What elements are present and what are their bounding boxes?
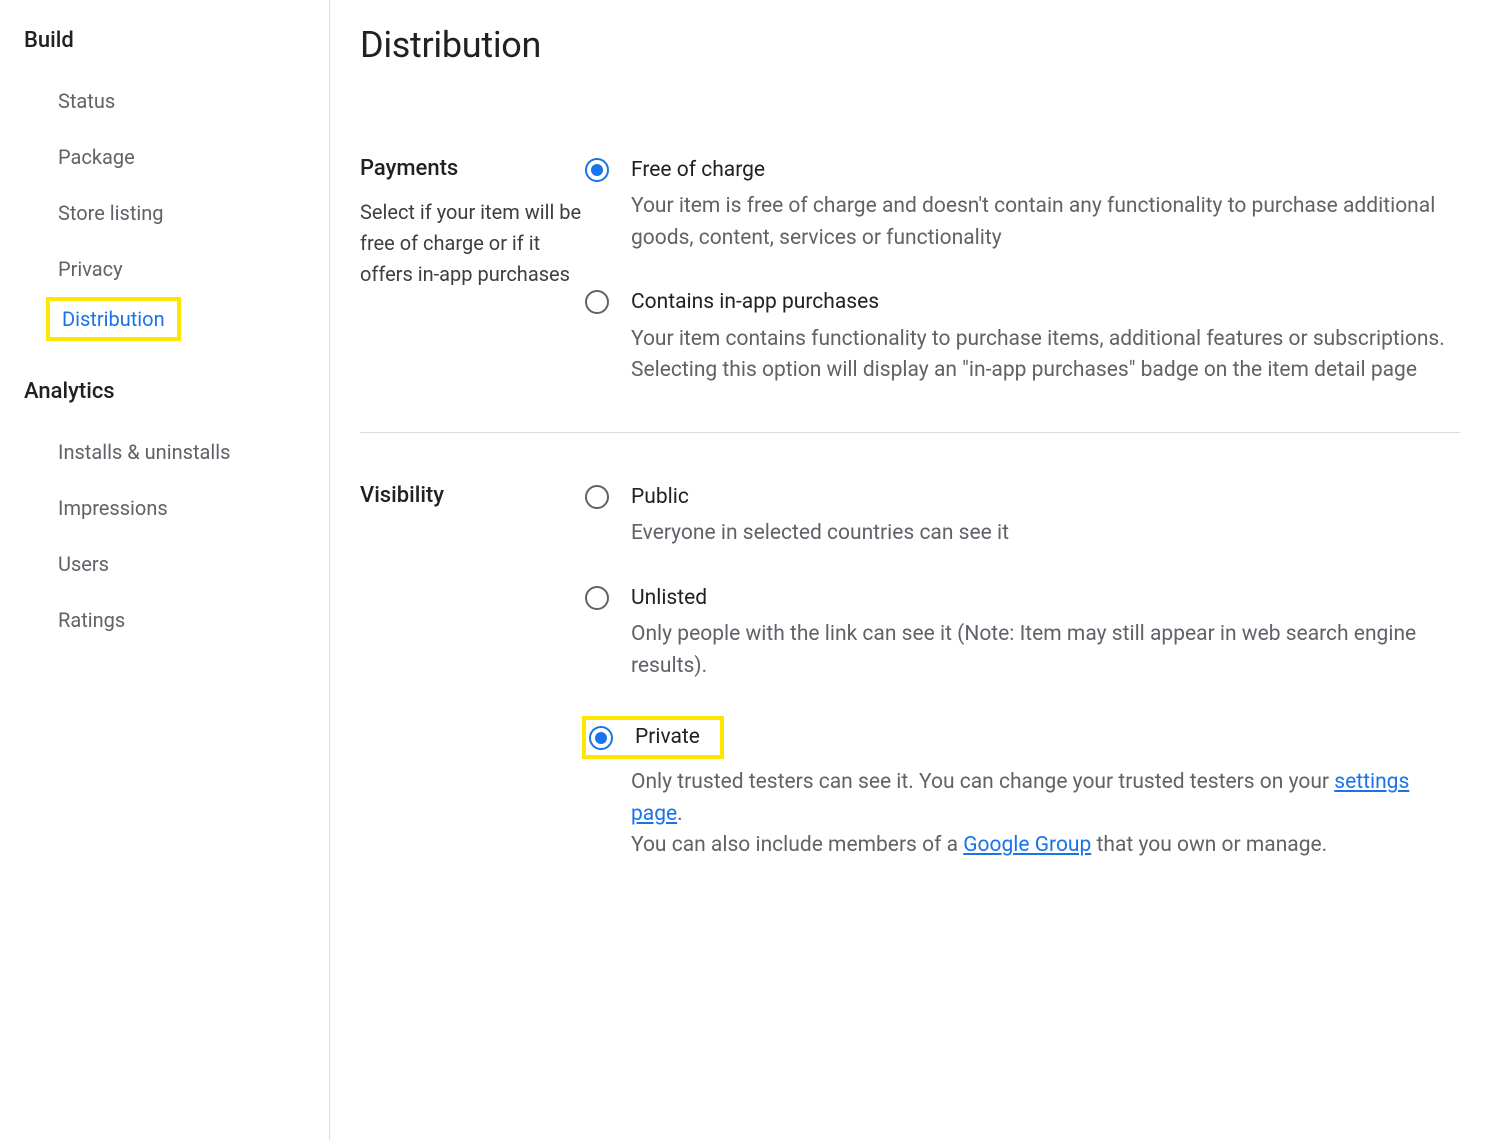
private-desc-mid: . [677, 802, 683, 826]
visibility-option-private[interactable]: Private Only trusted testers can see it.… [585, 716, 1460, 862]
sidebar-section-build-title[interactable]: Build [24, 20, 329, 61]
payments-option-free[interactable]: Free of charge Your item is free of char… [585, 156, 1460, 254]
sidebar-item-installs[interactable]: Installs & uninstalls [24, 424, 230, 480]
sidebar-build-section: Build Status Package Store listing Priva… [24, 20, 329, 341]
private-desc-post: that you own or manage. [1091, 833, 1327, 857]
visibility-title: Visibility [360, 483, 585, 508]
radio-private[interactable] [589, 726, 613, 750]
page-title: Distribution [360, 24, 1460, 66]
radio-label-inapp: Contains in-app purchases [631, 288, 1460, 317]
google-group-link[interactable]: Google Group [963, 833, 1091, 857]
main-content: Distribution Payments Select if your ite… [330, 0, 1490, 1140]
sidebar-item-distribution-highlight: Distribution [46, 297, 181, 341]
radio-desc-private: Only trusted testers can see it. You can… [631, 767, 1460, 862]
radio-label-public: Public [631, 483, 1460, 512]
radio-unlisted[interactable] [585, 586, 609, 610]
sidebar: Build Status Package Store listing Priva… [0, 0, 330, 1140]
payments-option-inapp[interactable]: Contains in-app purchases Your item cont… [585, 288, 1460, 386]
sidebar-item-store-listing[interactable]: Store listing [24, 185, 164, 241]
visibility-option-unlisted[interactable]: Unlisted Only people with the link can s… [585, 584, 1460, 682]
radio-desc-free: Your item is free of charge and doesn't … [631, 191, 1460, 254]
sidebar-item-package[interactable]: Package [24, 129, 135, 185]
sidebar-item-impressions[interactable]: Impressions [24, 480, 168, 536]
radio-label-private: Private [635, 723, 700, 752]
radio-public[interactable] [585, 485, 609, 509]
sidebar-item-users[interactable]: Users [24, 536, 109, 592]
radio-free-of-charge[interactable] [585, 158, 609, 182]
payments-description: Select if your item will be free of char… [360, 197, 585, 290]
radio-label-unlisted: Unlisted [631, 584, 1460, 613]
sidebar-analytics-section: Analytics Installs & uninstalls Impressi… [24, 371, 329, 648]
radio-private-highlight: Private [582, 716, 724, 759]
visibility-section: Visibility Public Everyone in selected c… [360, 483, 1460, 907]
payments-section: Payments Select if your item will be fre… [360, 156, 1460, 433]
radio-desc-unlisted: Only people with the link can see it (No… [631, 619, 1460, 682]
sidebar-item-ratings[interactable]: Ratings [24, 592, 125, 648]
sidebar-item-distribution[interactable]: Distribution [62, 307, 165, 331]
visibility-option-public[interactable]: Public Everyone in selected countries ca… [585, 483, 1460, 550]
radio-inapp[interactable] [585, 290, 609, 314]
sidebar-item-privacy[interactable]: Privacy [24, 241, 123, 297]
sidebar-section-analytics-title[interactable]: Analytics [24, 371, 329, 412]
payments-title: Payments [360, 156, 585, 181]
radio-desc-public: Everyone in selected countries can see i… [631, 518, 1460, 550]
radio-label-free: Free of charge [631, 156, 1460, 185]
private-desc-line2-pre: You can also include members of a [631, 833, 963, 857]
private-desc-pre: Only trusted testers can see it. You can… [631, 770, 1334, 794]
sidebar-item-status[interactable]: Status [24, 73, 115, 129]
radio-desc-inapp: Your item contains functionality to purc… [631, 324, 1460, 387]
